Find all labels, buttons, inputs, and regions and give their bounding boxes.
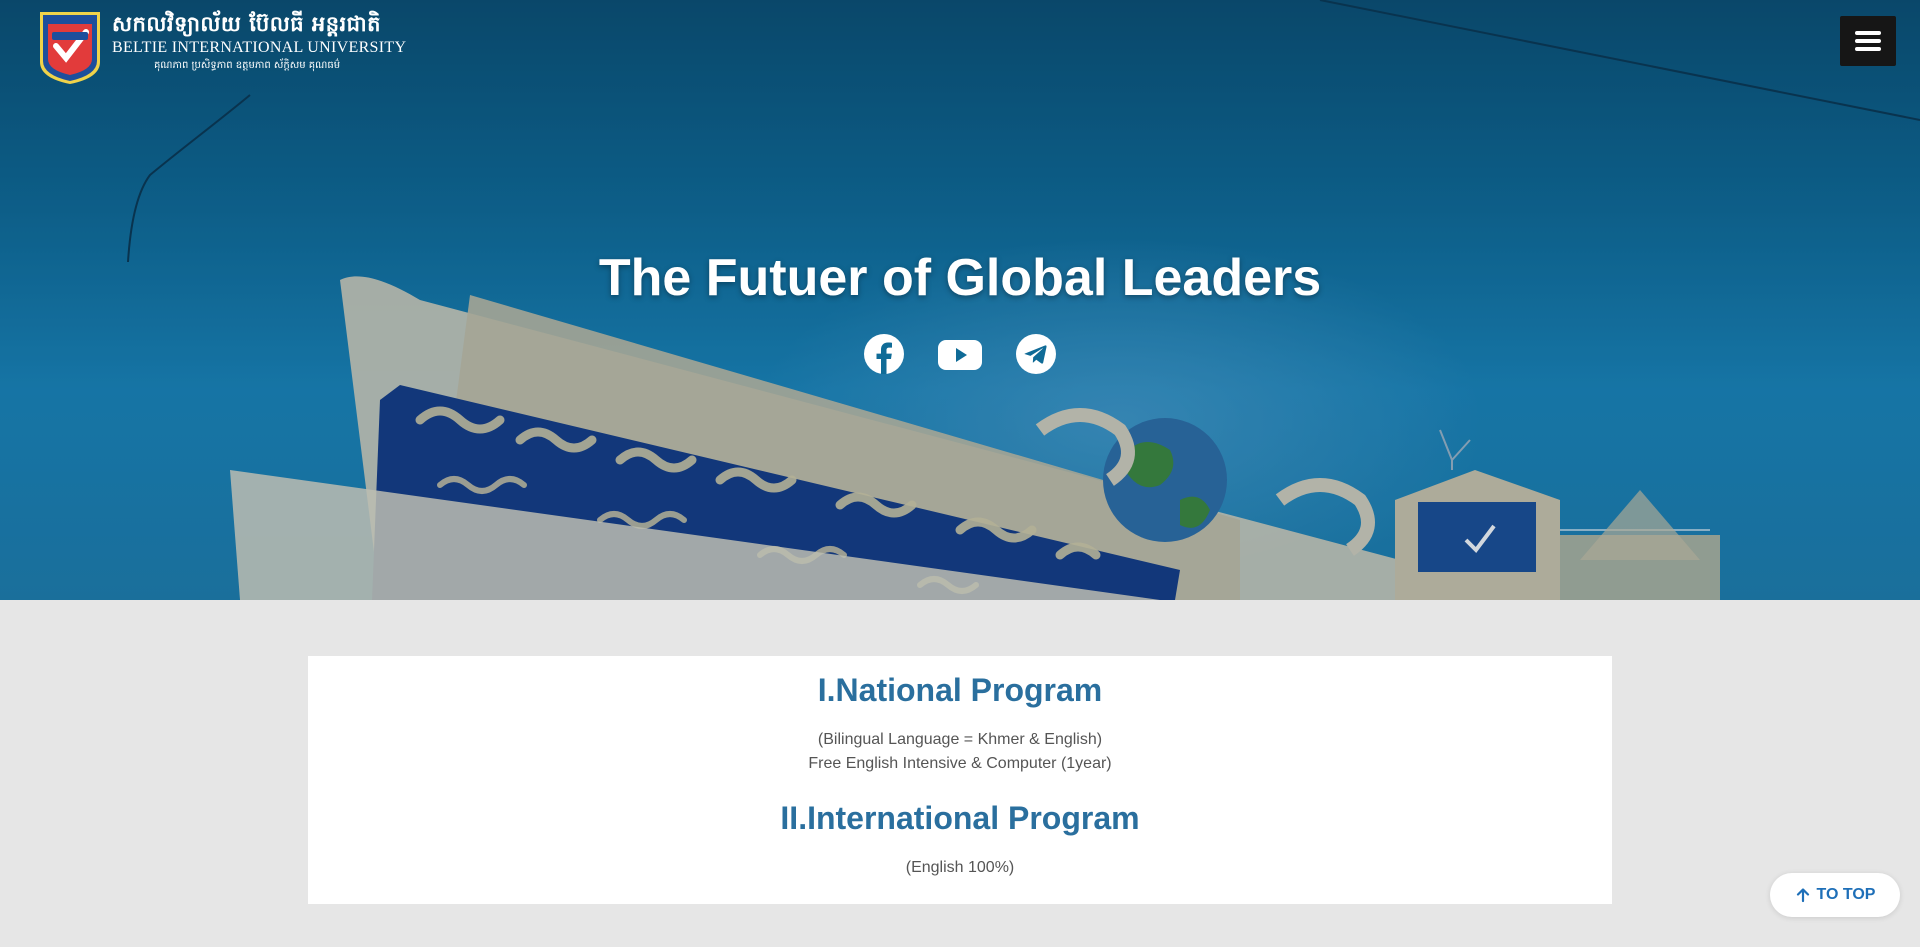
logo-name-english: BELTIE INTERNATIONAL UNIVERSITY <box>112 39 407 56</box>
page: សកលវិទ្យាល័យ ប៊ែលធី អន្តរជាតិ BELTIE INT… <box>0 0 1920 947</box>
telegram-icon[interactable] <box>1016 334 1056 374</box>
international-program-line: (English 100%) <box>905 859 1015 876</box>
national-program-details: (Bilingual Language = Khmer & English) F… <box>308 728 1612 776</box>
national-program-line: Free English Intensive & Computer (1year… <box>808 755 1112 772</box>
hero-banner: សកលវិទ្យាល័យ ប៊ែលធី អន្តរជាតិ BELTIE INT… <box>0 0 1920 600</box>
logo-motto: គុណភាព ប្រសិទ្ធភាព ឧត្តមភាព ស័ក្តិសម គុណ… <box>153 60 341 71</box>
social-links <box>0 334 1920 374</box>
facebook-icon[interactable] <box>864 334 904 374</box>
programs-card: I.National Program (Bilingual Language =… <box>308 656 1612 904</box>
youtube-icon[interactable] <box>938 334 982 374</box>
to-top-label: TO TOP <box>1816 886 1876 903</box>
arrow-up-icon <box>1796 888 1809 903</box>
to-top-button[interactable]: TO TOP <box>1770 873 1900 917</box>
university-seal-icon <box>38 10 102 86</box>
hamburger-menu-icon <box>1855 31 1881 51</box>
hero-title: The Futuer of Global Leaders <box>598 249 1322 307</box>
logo-name-khmer: សកលវិទ្យាល័យ ប៊ែលធី អន្តរជាតិ <box>112 12 382 36</box>
menu-button[interactable] <box>1840 16 1896 66</box>
national-program-line: (Bilingual Language = Khmer & English) <box>817 731 1103 748</box>
site-logo[interactable]: សកលវិទ្យាល័យ ប៊ែលធី អន្តរជាតិ BELTIE INT… <box>38 10 407 86</box>
international-program-details: (English 100%) <box>308 856 1612 880</box>
international-program-title: II.International Program <box>780 800 1140 836</box>
national-program-title: I.National Program <box>817 672 1103 708</box>
